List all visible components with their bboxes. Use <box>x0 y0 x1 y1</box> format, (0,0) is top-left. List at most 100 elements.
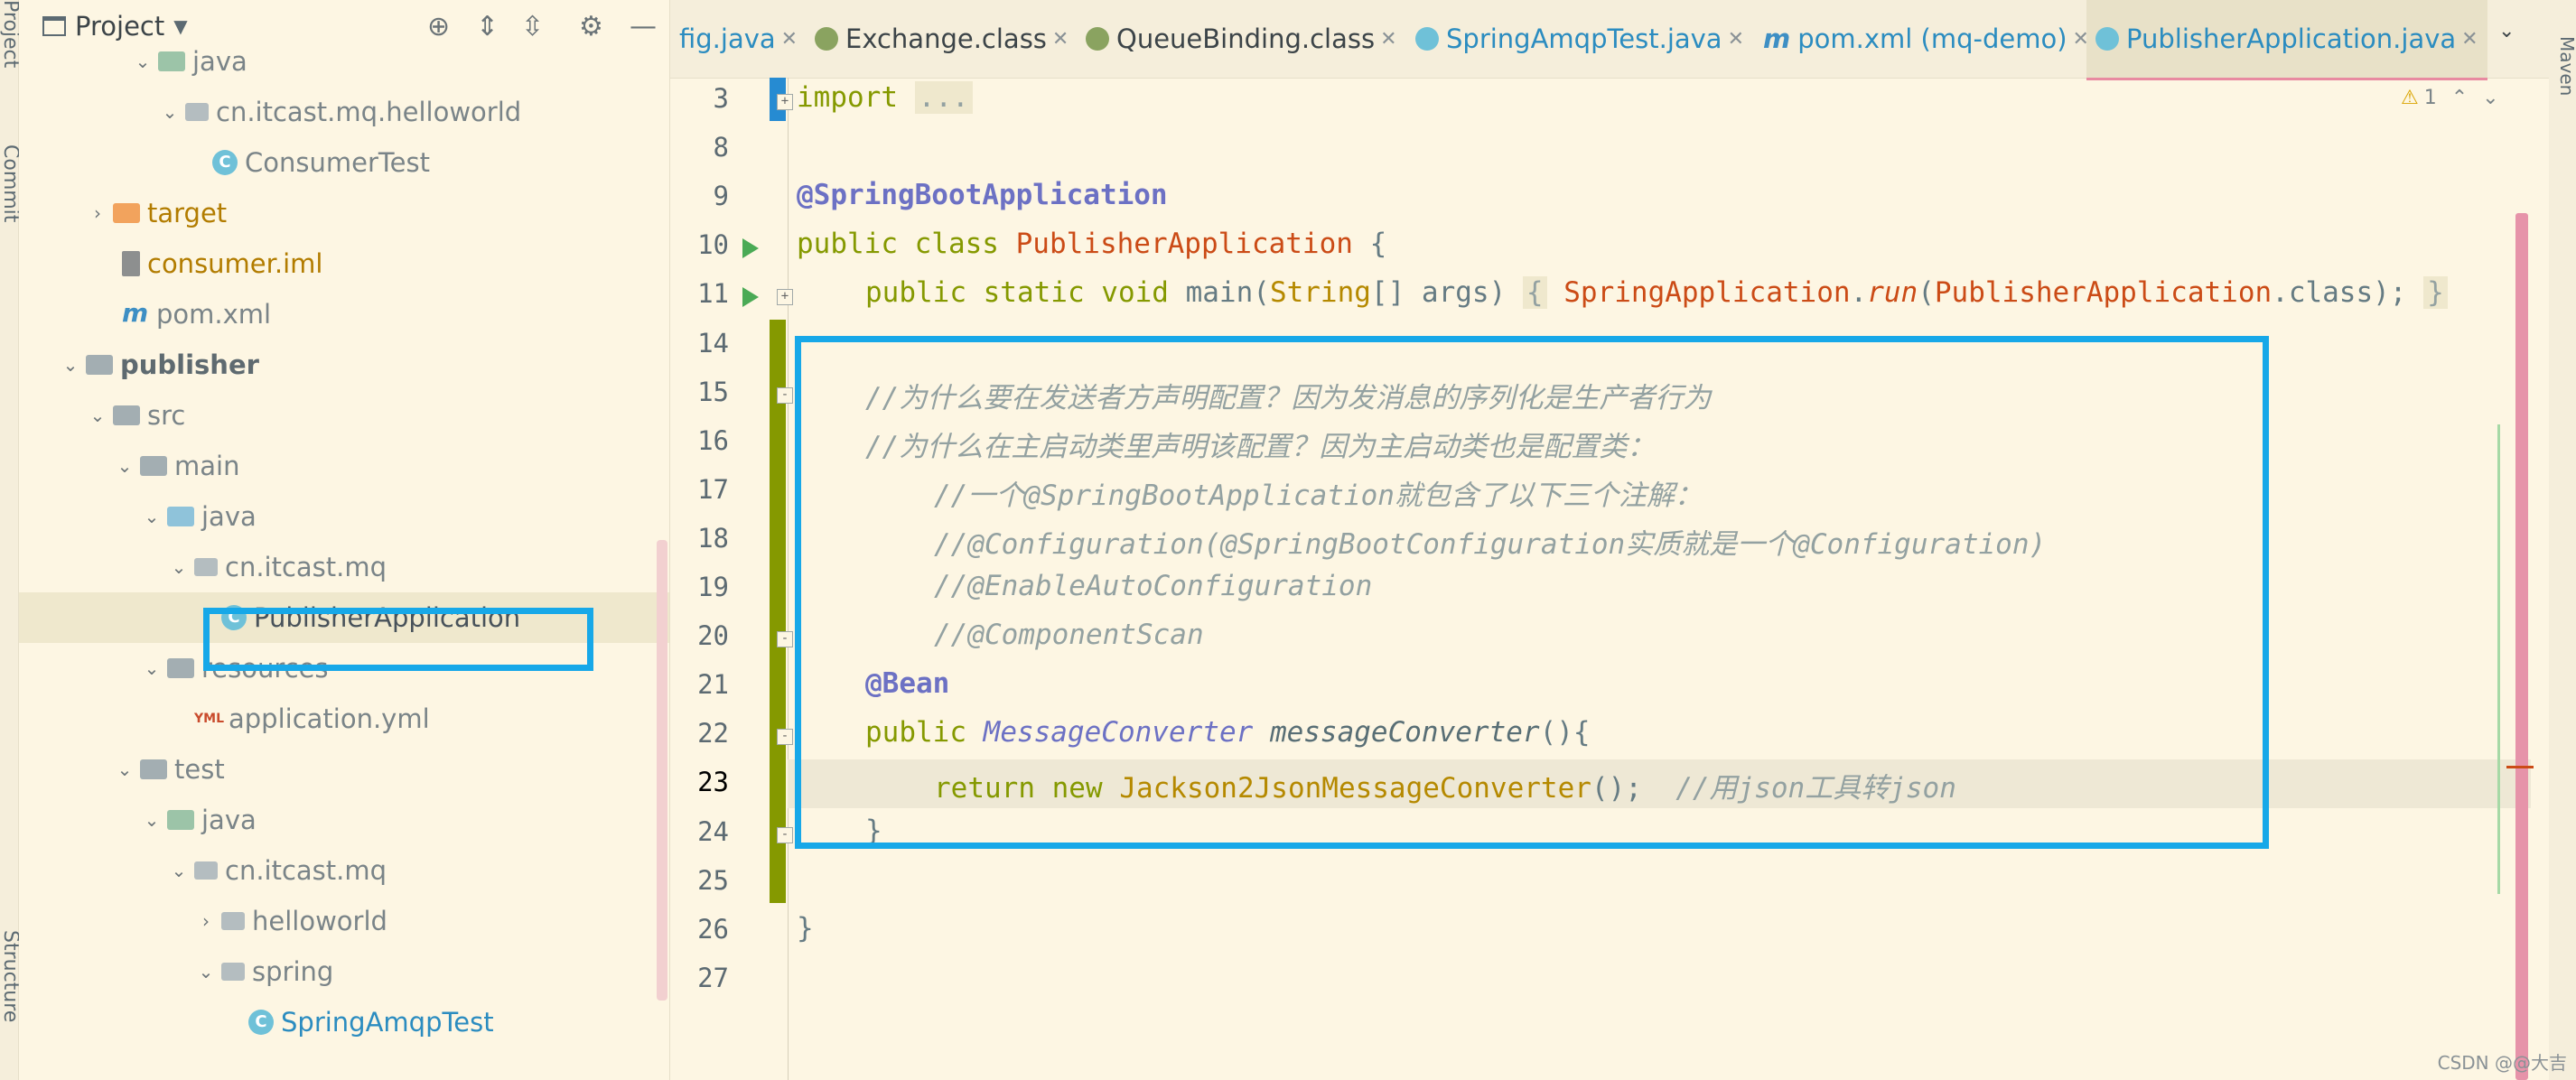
tree-item[interactable]: YML application.yml <box>19 694 669 744</box>
tree-item[interactable]: ⌄ cn.itcast.mq <box>19 542 669 592</box>
chevron-down-icon[interactable]: ⌄ <box>169 860 189 881</box>
tree-item[interactable]: ⌄ java <box>19 795 669 845</box>
previous-highlight-icon[interactable]: ⌃ <box>2451 87 2468 109</box>
tree-item-label: cn.itcast.mq.helloworld <box>216 97 522 127</box>
vcs-change-bar[interactable] <box>770 320 786 903</box>
chevron-right-icon[interactable]: › <box>88 202 107 224</box>
tab-fig-java[interactable]: fig.java ✕ <box>670 0 807 78</box>
fold-toggle-icon[interactable]: + <box>777 94 793 110</box>
tab-list-chevron-icon[interactable]: ⌄ <box>2498 20 2515 42</box>
fold-toggle-icon[interactable]: - <box>777 386 793 404</box>
tab-queuebinding-class[interactable]: QueueBinding.class ✕ <box>1077 0 1406 78</box>
line-number: 11 <box>697 278 729 310</box>
line-number: 27 <box>697 962 729 993</box>
package-icon <box>221 963 245 981</box>
chevron-down-icon[interactable]: ▼ <box>173 15 187 37</box>
chevron-down-icon[interactable]: ⌄ <box>61 354 80 376</box>
tree-item[interactable]: ⌄ test <box>19 744 669 795</box>
maven-icon: m <box>1763 23 1791 54</box>
tree-item[interactable]: C SpringAmqpTest <box>19 997 669 1047</box>
close-icon[interactable]: ✕ <box>781 28 798 51</box>
class-file-icon <box>1086 27 1109 51</box>
run-icon[interactable] <box>742 238 759 259</box>
chevron-down-icon[interactable]: ⌄ <box>88 405 107 426</box>
folder-icon <box>140 456 167 476</box>
tab-pom-xml[interactable]: m pom.xml (mq-demo) ✕ <box>1754 0 2098 78</box>
chevron-down-icon[interactable]: ⌄ <box>142 809 162 831</box>
tree-item[interactable]: ⌄ java <box>19 491 669 542</box>
close-icon[interactable]: ✕ <box>2461 28 2478 51</box>
code-line[interactable]: import ... <box>797 81 973 114</box>
package-icon <box>221 912 245 930</box>
editor-scrollbar-marks[interactable] <box>2515 213 2528 1080</box>
code-line[interactable]: public static void main(String[] args) {… <box>865 276 2448 310</box>
java-class-icon <box>1415 27 1439 51</box>
project-scrollbar[interactable] <box>657 540 667 1001</box>
next-highlight-icon[interactable]: ⌄ <box>2482 87 2498 109</box>
tree-item[interactable]: m pom.xml <box>19 289 669 340</box>
tree-item-label: java <box>192 46 247 77</box>
tree-item[interactable]: C ConsumerTest <box>19 137 669 188</box>
line-number: 9 <box>713 181 729 212</box>
line-number: 20 <box>697 620 729 652</box>
chevron-down-icon[interactable]: ⌄ <box>115 759 135 780</box>
tree-item-label: target <box>147 198 228 228</box>
code-line[interactable]: public class PublisherApplication { <box>797 228 1386 260</box>
tab-exchange-class[interactable]: Exchange.class ✕ <box>806 0 1078 78</box>
code-token: .class); <box>2272 276 2407 310</box>
tree-item[interactable]: ⌄ java <box>19 36 669 87</box>
code-token: PublisherApplication <box>1015 228 1353 261</box>
chevron-down-icon[interactable]: ⌄ <box>142 506 162 527</box>
tree-item-label: helloworld <box>252 906 387 936</box>
module-file-icon <box>122 251 140 276</box>
tab-label: Exchange.class <box>845 23 1047 54</box>
tab-springamqptest-java[interactable]: SpringAmqpTest.java ✕ <box>1406 0 1753 78</box>
tree-item[interactable]: ⌄ spring <box>19 946 669 997</box>
tree-item[interactable]: ⌄ cn.itcast.mq <box>19 845 669 896</box>
code-line[interactable]: @SpringBootApplication <box>797 179 1168 211</box>
tree-item[interactable]: ⌄ publisher <box>19 340 669 390</box>
fold-toggle-icon[interactable]: + <box>777 289 793 306</box>
line-number: 3 <box>713 83 729 114</box>
line-number: 8 <box>713 132 729 163</box>
line-number: 21 <box>697 669 729 701</box>
close-icon[interactable]: ✕ <box>1380 28 1396 51</box>
line-number: 23 <box>697 767 729 798</box>
chevron-down-icon[interactable]: ⌄ <box>160 101 180 123</box>
fold-toggle-icon[interactable]: - <box>777 631 793 648</box>
chevron-down-icon[interactable]: ⌄ <box>142 657 162 679</box>
tree-item[interactable]: › helloworld <box>19 896 669 946</box>
tree-item-label: application.yml <box>229 703 430 734</box>
code-line[interactable]: } <box>797 912 814 945</box>
tree-item[interactable]: ⌄ cn.itcast.mq.helloworld <box>19 87 669 137</box>
code-token: { <box>1522 276 1547 310</box>
line-number: 26 <box>697 913 729 945</box>
chevron-down-icon[interactable]: ⌄ <box>115 455 135 477</box>
close-icon[interactable]: ✕ <box>1052 28 1069 51</box>
chevron-down-icon[interactable]: ⌄ <box>196 961 216 982</box>
maven-tool-tab[interactable]: Maven <box>2553 36 2576 96</box>
tree-item[interactable]: consumer.iml <box>19 238 669 289</box>
java-class-icon: C <box>212 150 238 175</box>
tree-item[interactable]: ⌄ src <box>19 390 669 441</box>
close-icon[interactable]: ✕ <box>1728 28 1744 51</box>
chevron-down-icon[interactable]: ⌄ <box>169 556 189 578</box>
tree-item-label: src <box>147 400 186 431</box>
chevron-down-icon[interactable]: ⌄ <box>133 51 153 72</box>
tree-item-label: java <box>201 805 257 835</box>
fold-toggle-icon[interactable]: - <box>777 729 793 746</box>
code-token: public static void <box>865 276 1186 310</box>
tab-publisherapplication-java[interactable]: PublisherApplication.java ✕ <box>2086 0 2487 80</box>
tree-item[interactable]: ⌄ main <box>19 441 669 491</box>
inspection-widget[interactable]: ⚠ 1 ⌃ ⌄ <box>2401 87 2499 109</box>
code-token: main( <box>1185 276 1270 310</box>
run-icon[interactable] <box>742 287 759 308</box>
source-folder-icon <box>167 810 194 830</box>
line-number: 19 <box>697 572 729 602</box>
tree-item[interactable]: › target <box>19 188 669 238</box>
line-number: 15 <box>697 376 729 407</box>
fold-toggle-icon[interactable]: - <box>777 826 793 843</box>
chevron-right-icon[interactable]: › <box>196 910 216 932</box>
code-token: PublisherApplication <box>1934 276 2273 310</box>
